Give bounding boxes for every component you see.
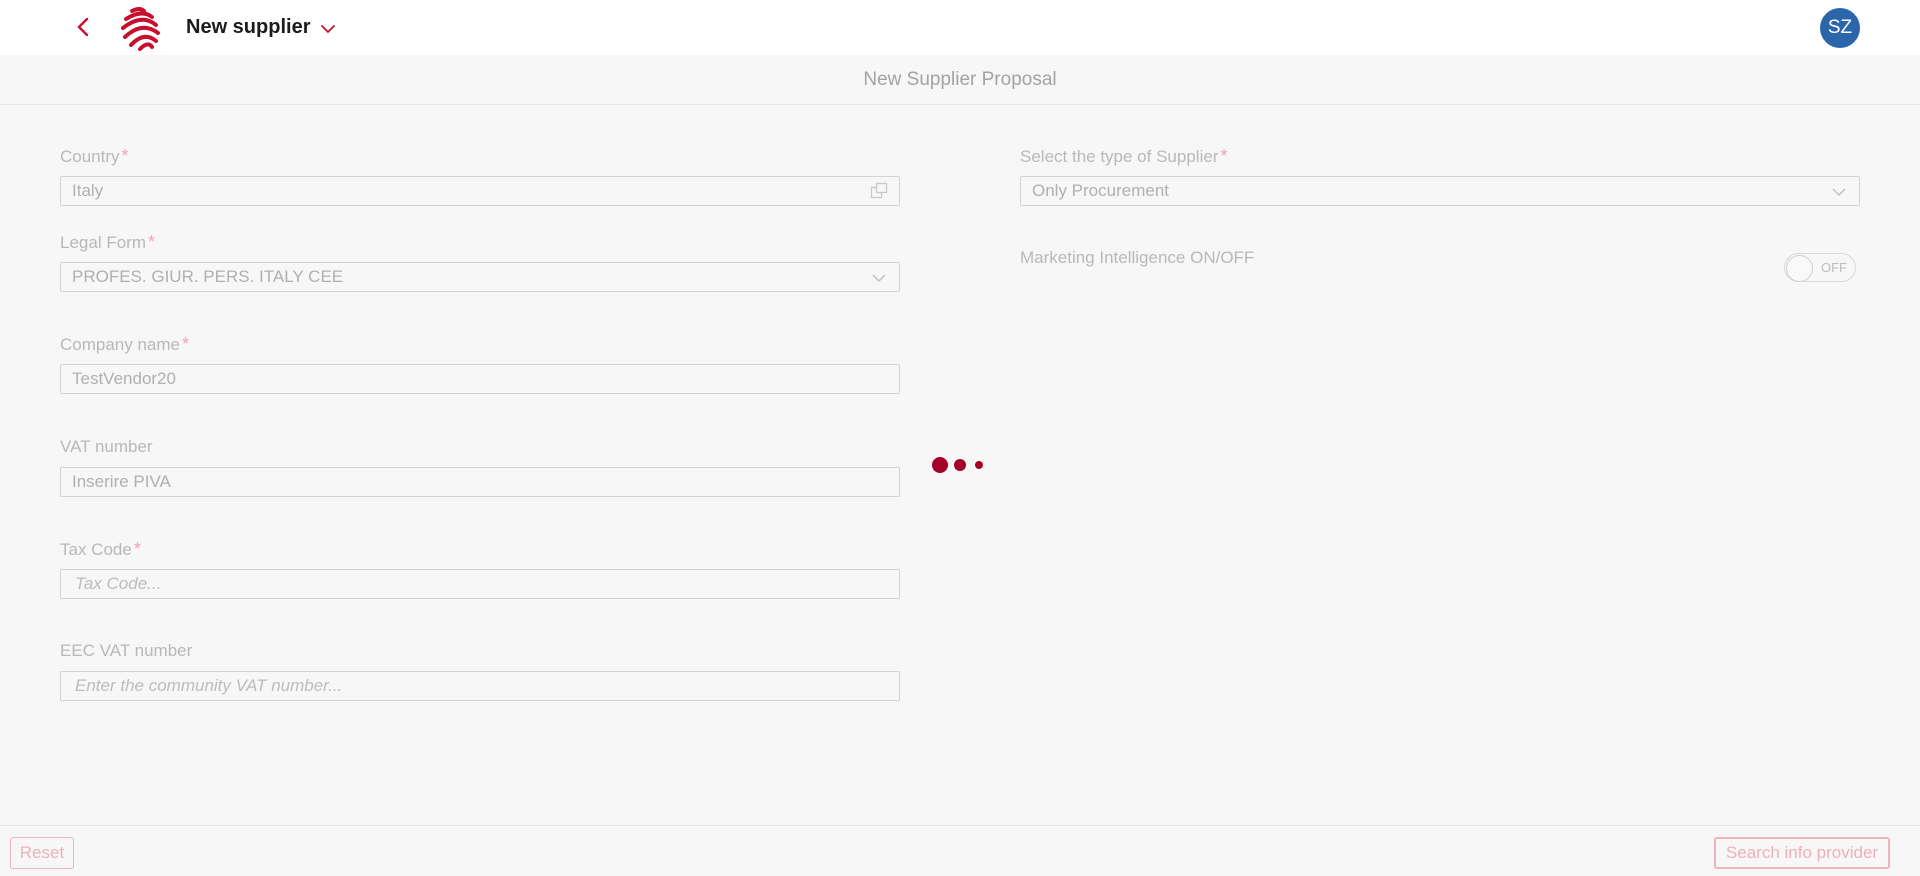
country-field[interactable]: Italy [60, 176, 900, 206]
chevron-left-icon [77, 17, 89, 37]
chevron-down-icon [321, 24, 336, 33]
marketing-intelligence-toggle[interactable]: OFF [1784, 253, 1856, 282]
supplier-type-label: Select the type of Supplier * [1020, 146, 1228, 166]
country-label: Country * [60, 146, 129, 166]
required-marker: * [133, 539, 141, 559]
vat-number-label: VAT number [60, 437, 153, 456]
tax-code-input[interactable]: Tax Code... [60, 569, 900, 599]
vat-number-input[interactable]: Inserire PIVA [60, 467, 900, 497]
open-lookup-icon[interactable] [869, 182, 889, 200]
legal-form-label: Legal Form * [60, 232, 155, 252]
tax-code-label: Tax Code * [60, 539, 141, 559]
module-title: New supplier [186, 16, 311, 38]
brand-logo [118, 5, 162, 51]
country-value: Italy [72, 181, 104, 200]
page-title: New Supplier Proposal [0, 55, 1920, 105]
back-button[interactable] [70, 14, 96, 40]
required-marker: * [147, 232, 155, 252]
company-name-input[interactable]: TestVendor20 [60, 364, 900, 394]
user-avatar[interactable]: SZ [1820, 8, 1860, 48]
module-title-dropdown[interactable]: New supplier [186, 15, 336, 39]
supplier-type-select[interactable]: Only Procurement [1020, 176, 1860, 206]
toggle-state-text: OFF [1821, 260, 1847, 275]
toggle-knob [1786, 255, 1813, 282]
chevron-down-icon [1832, 188, 1846, 197]
company-name-label: Company name * [60, 334, 190, 354]
search-info-provider-button[interactable]: Search info provider [1714, 837, 1890, 869]
chevron-down-icon [872, 274, 886, 283]
eec-vat-input[interactable]: Enter the community VAT number... [60, 671, 900, 701]
required-marker: * [182, 334, 190, 354]
legal-form-select[interactable]: PROFES. GIUR. PERS. ITALY CEE [60, 262, 900, 292]
marketing-intelligence-label: Marketing Intelligence ON/OFF [1020, 248, 1255, 267]
loader-dot [975, 461, 983, 469]
legal-form-value: PROFES. GIUR. PERS. ITALY CEE [72, 267, 344, 286]
footer-bar: Reset Search info provider [0, 825, 1920, 876]
supplier-type-value: Only Procurement [1032, 181, 1169, 200]
reset-button[interactable]: Reset [10, 837, 74, 869]
top-bar: New supplier SZ [0, 0, 1920, 55]
loader-dot [932, 457, 948, 473]
eec-vat-label: EEC VAT number [60, 641, 193, 660]
required-marker: * [1220, 146, 1228, 166]
loading-indicator [932, 457, 988, 473]
loader-dot [954, 459, 966, 471]
required-marker: * [121, 146, 129, 166]
